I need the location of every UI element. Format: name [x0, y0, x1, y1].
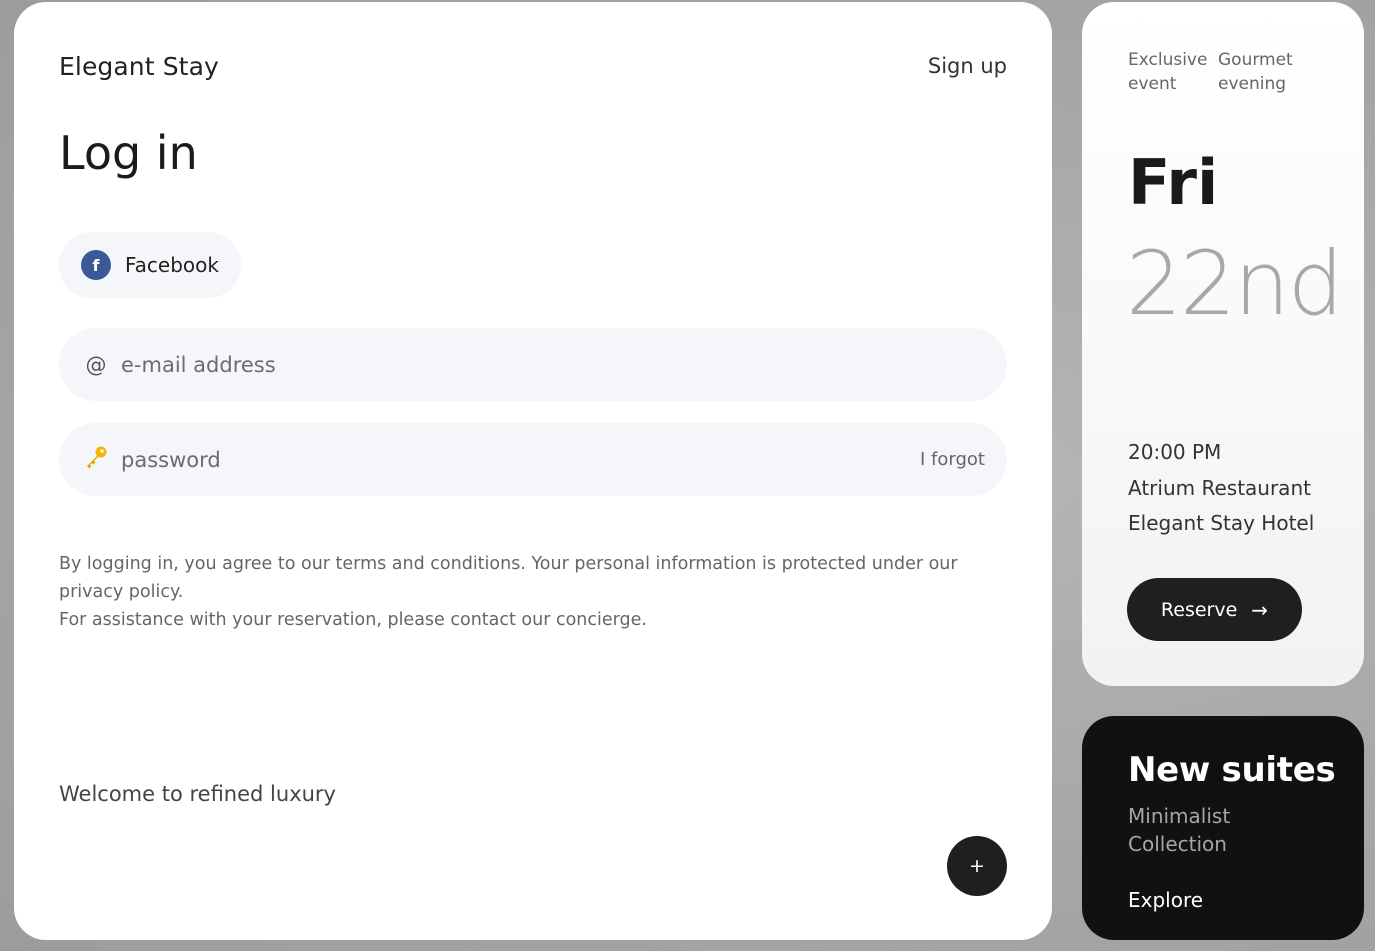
event-tag: Exclusive event [1128, 50, 1208, 94]
page-title: Log in [59, 126, 198, 180]
key-icon [83, 444, 109, 475]
password-input[interactable] [119, 446, 921, 473]
at-icon: @ [85, 352, 107, 377]
reserve-label: Reserve [1160, 598, 1238, 621]
event-tags: Exclusive event Gourmet evening [1128, 48, 1293, 96]
event-date: 22nd [1126, 232, 1344, 335]
email-field[interactable]: @ [59, 328, 1007, 401]
suites-subtitle: Minimalist Collection [1128, 804, 1231, 856]
event-day: Fri [1128, 146, 1219, 219]
event-card: Exclusive event Gourmet evening Fri 22nd… [1082, 2, 1364, 686]
event-tag: Gourmet evening [1218, 50, 1293, 94]
facebook-label: Facebook [125, 253, 219, 277]
password-field[interactable]: I forgot [59, 423, 1007, 496]
terms-text: By logging in, you agree to our terms an… [59, 550, 1009, 634]
event-time: 20:00 PM [1128, 440, 1222, 464]
add-button[interactable]: + [947, 836, 1007, 896]
email-input[interactable] [119, 351, 985, 378]
event-venue: Atrium Restaurant [1128, 475, 1311, 500]
suites-card: New suites Minimalist Collection Explore [1082, 716, 1364, 940]
login-card: Elegant Stay Sign up Log in f Facebook @… [14, 2, 1052, 940]
forgot-password-link[interactable]: I forgot [920, 449, 985, 470]
terms-line-1: By logging in, you agree to our terms an… [59, 554, 958, 602]
suites-title: New suites [1128, 750, 1336, 790]
signup-link[interactable]: Sign up [928, 54, 1007, 78]
brand-logo: Elegant Stay [59, 52, 219, 81]
welcome-text: Welcome to refined luxury [59, 782, 336, 806]
reserve-button[interactable]: Reserve → [1127, 578, 1302, 641]
terms-line-2: For assistance with your reservation, pl… [59, 610, 647, 630]
event-details: 20:00 PM Atrium Restaurant Elegant Stay … [1128, 435, 1314, 542]
event-hotel: Elegant Stay Hotel [1128, 511, 1315, 535]
page: Elegant Stay Sign up Log in f Facebook @… [0, 0, 1375, 951]
facebook-icon: f [81, 250, 111, 280]
facebook-login-button[interactable]: f Facebook [59, 232, 241, 298]
arrow-right-icon: → [1251, 597, 1269, 622]
explore-link[interactable]: Explore [1128, 888, 1203, 912]
